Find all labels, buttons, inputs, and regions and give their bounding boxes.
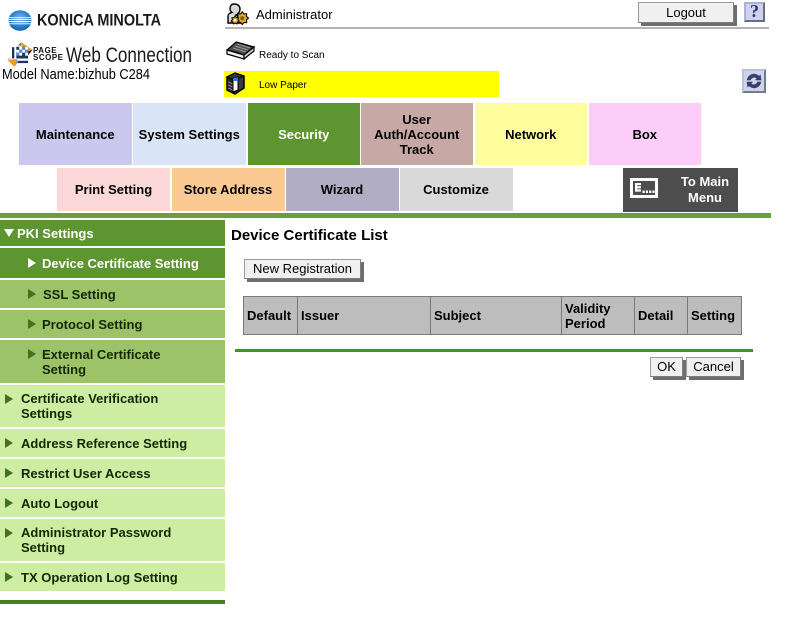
svg-text:Web Connection: Web Connection [66, 44, 192, 67]
svg-text:Model Name:bizhub C284: Model Name:bizhub C284 [2, 66, 150, 83]
svg-text:KONICA MINOLTA: KONICA MINOLTA [37, 11, 161, 30]
